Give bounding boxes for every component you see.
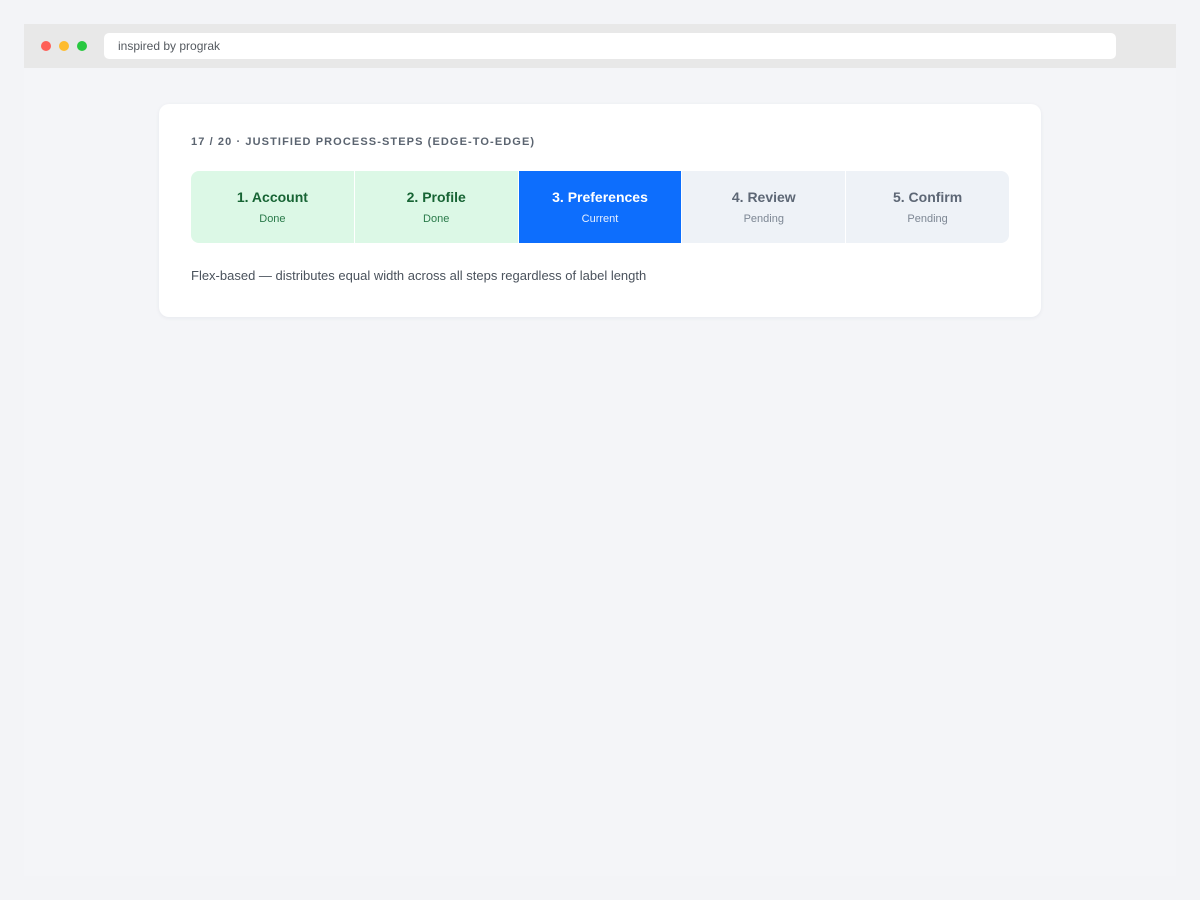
step-profile[interactable]: 2. Profile Done xyxy=(353,171,518,243)
step-review[interactable]: 4. Review Pending xyxy=(681,171,846,243)
step-status: Done xyxy=(259,213,286,225)
process-steps: 1. Account Done 2. Profile Done 3. Prefe… xyxy=(191,171,1009,243)
browser-titlebar: inspired by prograk xyxy=(24,24,1176,68)
step-label: 2. Profile xyxy=(406,189,466,205)
step-label: 3. Preferences xyxy=(552,189,648,205)
step-status: Done xyxy=(423,213,450,225)
card-caption: Flex-based — distributes equal width acr… xyxy=(191,268,647,283)
step-status: Pending xyxy=(907,213,948,225)
maximize-window-icon[interactable] xyxy=(77,41,87,51)
step-label: 4. Review xyxy=(731,189,796,205)
address-bar[interactable]: inspired by prograk xyxy=(104,33,1116,59)
card-title: 17 / 20 · JUSTIFIED PROCESS-STEPS (EDGE-… xyxy=(191,136,536,148)
step-status: Current xyxy=(581,213,619,225)
demo-card: 17 / 20 · JUSTIFIED PROCESS-STEPS (EDGE-… xyxy=(159,104,1041,317)
step-label: 1. Account xyxy=(236,189,308,205)
browser-window: inspired by prograk 17 / 20 · JUSTIFIED … xyxy=(24,24,1176,876)
minimize-window-icon[interactable] xyxy=(59,41,69,51)
close-window-icon[interactable] xyxy=(41,41,51,51)
step-account[interactable]: 1. Account Done xyxy=(191,171,354,243)
step-status: Pending xyxy=(743,213,784,225)
step-preferences[interactable]: 3. Preferences Current xyxy=(517,171,682,243)
step-confirm[interactable]: 5. Confirm Pending xyxy=(845,171,1009,243)
step-label: 5. Confirm xyxy=(892,189,963,205)
